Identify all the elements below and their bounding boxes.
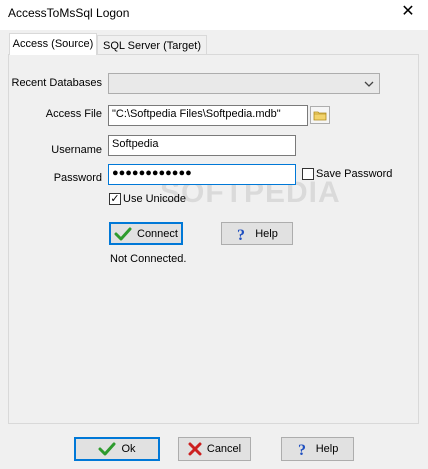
cross-icon	[188, 442, 202, 456]
connect-button-label: Connect	[137, 227, 178, 240]
ok-button[interactable]: Ok	[74, 437, 160, 461]
footer-help-button[interactable]: ? Help	[281, 437, 354, 461]
connection-status: Not Connected.	[110, 253, 187, 265]
help-icon: ?	[298, 442, 306, 457]
tab-sql-server-target[interactable]: SQL Server (Target)	[97, 35, 207, 55]
checkmark-icon: ✓	[110, 193, 120, 205]
footer-help-button-label: Help	[315, 443, 339, 455]
window-title: AccessToMsSql Logon	[8, 6, 130, 20]
connect-button[interactable]: Connect	[109, 222, 183, 245]
chevron-down-icon	[364, 81, 374, 87]
save-password-label: Save Password	[316, 168, 393, 180]
use-unicode-label: Use Unicode	[123, 193, 186, 205]
help-button-label: Help	[255, 227, 278, 240]
help-icon: ?	[237, 227, 245, 242]
check-icon	[114, 227, 132, 240]
password-label: Password	[53, 172, 102, 184]
use-unicode-checkbox[interactable]: ✓	[109, 193, 121, 205]
save-password-checkbox[interactable]	[302, 168, 314, 180]
tab-access-source[interactable]: Access (Source)	[9, 33, 97, 55]
help-button[interactable]: ? Help	[221, 222, 293, 245]
access-file-input[interactable]: "C:\Softpedia Files\Softpedia.mdb"	[108, 105, 308, 126]
ok-button-label: Ok	[121, 443, 136, 455]
recent-databases-label: Recent Databases	[11, 77, 103, 89]
password-input[interactable]: ●●●●●●●●●●●●	[108, 164, 296, 185]
cancel-button-label: Cancel	[206, 443, 242, 455]
username-input[interactable]: Softpedia	[108, 135, 296, 156]
svg-text:?: ?	[298, 442, 306, 457]
access-file-label: Access File	[45, 108, 102, 120]
folder-icon	[313, 111, 327, 121]
cancel-button[interactable]: Cancel	[178, 437, 251, 461]
check-icon	[98, 442, 116, 456]
svg-text:?: ?	[237, 227, 245, 242]
close-icon: ✕	[401, 3, 415, 20]
username-label: Username	[51, 144, 102, 156]
recent-databases-combo[interactable]	[108, 73, 380, 94]
close-button[interactable]: ✕	[398, 2, 418, 22]
browse-button[interactable]	[310, 106, 330, 124]
